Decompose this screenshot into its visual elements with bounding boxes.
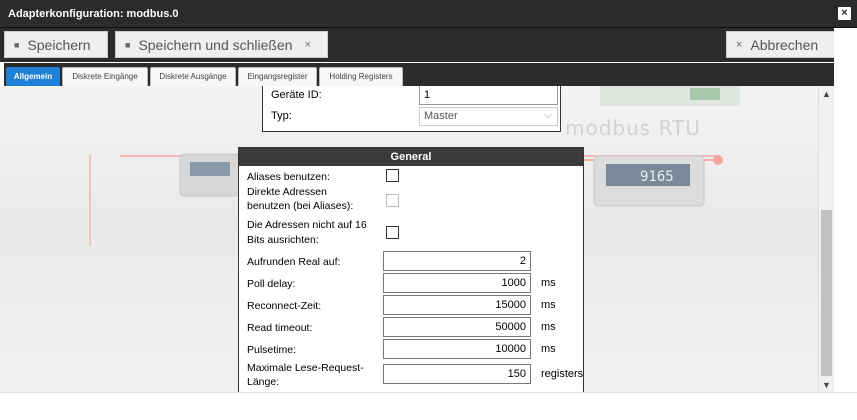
tab-diskrete-eingaenge[interactable]: Diskrete Eingänge	[62, 67, 148, 86]
device-id-input[interactable]	[419, 86, 558, 105]
scroll-down-icon[interactable]: ▼	[822, 380, 831, 390]
watermark-text: modbus RTU	[565, 116, 701, 140]
device-id-label: Geräte ID:	[271, 89, 322, 101]
align-bits-label-line1: Die Adressen nicht auf 16	[247, 219, 367, 231]
max-request-length-input[interactable]	[383, 364, 531, 384]
tab-eingangsregister[interactable]: Eingangsregister	[238, 67, 317, 86]
reconnect-time-unit: ms	[541, 299, 556, 311]
cancel-button-label: Abbrechen	[750, 37, 819, 53]
close-icon: ×	[736, 39, 743, 51]
round-real-label: Aufrunden Real auf:	[247, 256, 341, 268]
content-scrollbar[interactable]: ▲ ▼	[818, 86, 834, 392]
align-bits-label-line2: Bits ausrichten:	[247, 234, 319, 246]
device-panel: Geräte ID: Typ: Master ⌵	[262, 86, 561, 132]
general-header: General	[239, 148, 583, 166]
settings-content: 9165 modbus RTU Geräte ID: Typ: Master ⌵…	[0, 86, 818, 392]
toolbar: ■ Speichern ■ Speichern und schließen × × Ab…	[0, 28, 857, 62]
max-request-length-label-line1: Maximale Lese-Request-	[247, 362, 364, 374]
right-gutter	[834, 28, 857, 392]
pulsetime-unit: ms	[541, 343, 556, 355]
close-icon: ×	[304, 39, 311, 51]
direct-addresses-checkbox[interactable]	[386, 194, 399, 207]
max-request-length-label-line2: Länge:	[247, 376, 280, 388]
read-timeout-input[interactable]	[383, 317, 531, 337]
poll-delay-label: Poll delay:	[247, 278, 296, 290]
aliases-checkbox[interactable]	[386, 169, 399, 182]
tab-bar: Allgemein Diskrete Eingänge Diskrete Aus…	[4, 63, 834, 86]
direct-addresses-label-line1: Direkte Adressen	[247, 186, 327, 198]
general-panel: General Aliases benutzen: Direkte Adress…	[238, 147, 584, 392]
align-bits-checkbox[interactable]	[386, 226, 399, 239]
max-request-length-unit: registers	[541, 368, 584, 380]
type-select[interactable]: Master ⌵	[419, 107, 558, 126]
type-select-value: Master	[424, 110, 458, 122]
save-icon: ■	[14, 40, 20, 50]
round-real-input[interactable]	[383, 251, 531, 271]
read-timeout-label: Read timeout:	[247, 322, 313, 334]
chevron-down-icon: ⌵	[544, 110, 552, 121]
display-digits: 9165	[640, 169, 674, 185]
scrollbar-thumb[interactable]	[821, 210, 832, 376]
cancel-button[interactable]: × Abbrechen	[726, 31, 836, 58]
reconnect-time-label: Reconnect-Zeit:	[247, 300, 322, 312]
pulsetime-input[interactable]	[383, 339, 531, 359]
close-icon[interactable]: ×	[838, 7, 851, 20]
tab-diskrete-ausgaenge[interactable]: Diskrete Ausgänge	[150, 67, 236, 86]
reconnect-time-input[interactable]	[383, 295, 531, 315]
tab-allgemein[interactable]: Allgemein	[6, 67, 60, 86]
window-titlebar: Adapterkonfiguration: modbus.0 ×	[0, 0, 857, 28]
save-button[interactable]: ■ Speichern	[4, 31, 108, 58]
window-title: Adapterkonfiguration: modbus.0	[8, 8, 179, 20]
type-label: Typ:	[271, 110, 292, 122]
read-timeout-unit: ms	[541, 321, 556, 333]
save-button-label: Speichern	[27, 37, 91, 53]
poll-delay-input[interactable]	[383, 273, 531, 293]
save-close-button[interactable]: ■ Speichern und schließen ×	[115, 31, 328, 58]
save-icon: ■	[125, 40, 131, 50]
save-close-button-label: Speichern und schließen	[138, 37, 293, 53]
bottom-bar	[0, 392, 857, 420]
direct-addresses-label-line2: benutzen (bei Aliases):	[247, 200, 354, 212]
tab-holding-registers[interactable]: Holding Registers	[319, 67, 403, 86]
poll-delay-unit: ms	[541, 277, 556, 289]
pulsetime-label: Pulsetime:	[247, 344, 297, 356]
aliases-label: Aliases benutzen:	[247, 171, 330, 183]
scroll-up-icon[interactable]: ▲	[822, 89, 831, 99]
